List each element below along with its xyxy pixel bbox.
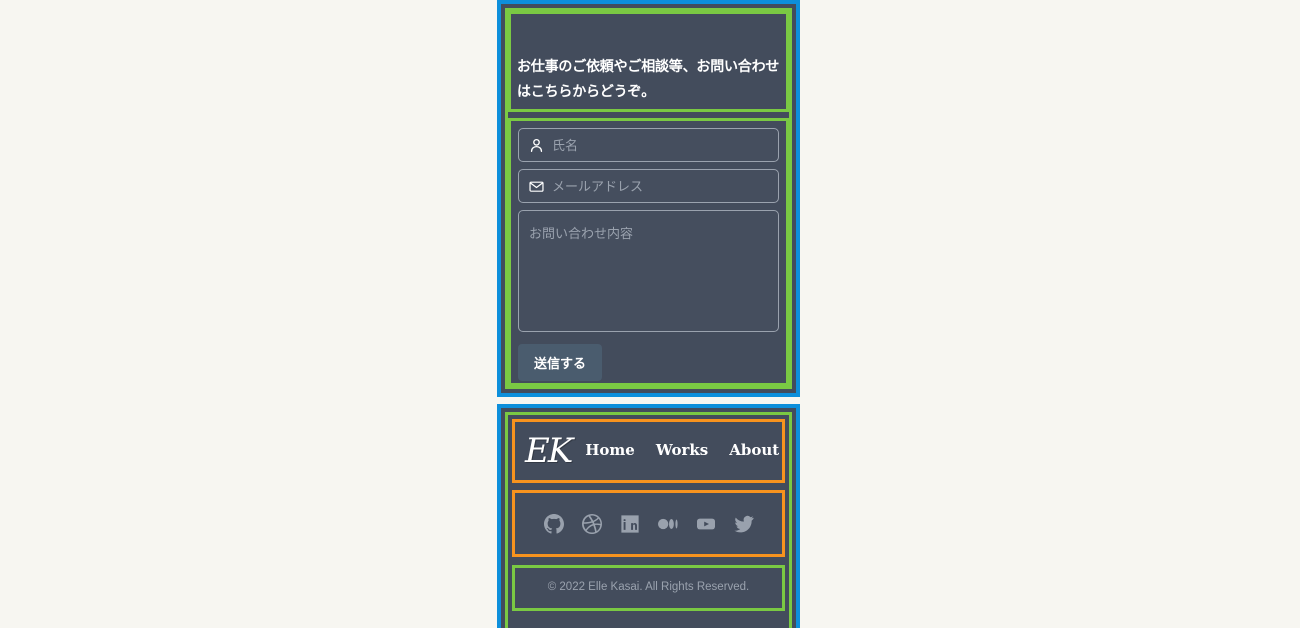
message-field-placeholder: お問い合わせ内容 [529, 226, 634, 241]
twitter-icon[interactable] [733, 514, 754, 534]
nav-link-about[interactable]: About [729, 442, 779, 458]
footer-social-box [512, 490, 785, 557]
footer-section: EK Home Works About © 2022 Elle Kasai. A… [497, 404, 800, 628]
message-field[interactable]: お問い合わせ内容 [518, 210, 779, 332]
person-icon [529, 138, 544, 153]
footer-nav: Home Works About [585, 442, 779, 460]
name-field[interactable]: 氏名 [518, 128, 779, 162]
name-field-placeholder: 氏名 [552, 137, 579, 153]
logo-ek[interactable]: EK [525, 434, 573, 468]
dribbble-icon[interactable] [581, 513, 602, 534]
github-icon[interactable] [543, 513, 564, 534]
footer-section-inner: EK Home Works About © 2022 Elle Kasai. A… [505, 412, 792, 628]
copyright-text: © 2022 Elle Kasai. All Rights Reserved. [547, 581, 750, 594]
email-field[interactable]: メールアドレス [518, 169, 779, 203]
contact-section: お仕事のご依頼やご相談等、お問い合わせはこちらからどうぞ。 氏名 メールアドレス… [497, 0, 800, 397]
medium-icon[interactable] [657, 514, 678, 534]
footer-nav-box: EK Home Works About [512, 419, 785, 483]
contact-form: 氏名 メールアドレス お問い合わせ内容 送信する [508, 118, 789, 386]
linkedin-icon[interactable] [620, 514, 640, 534]
nav-link-works[interactable]: Works [656, 442, 708, 458]
contact-section-inner: お仕事のご依頼やご相談等、お問い合わせはこちらからどうぞ。 氏名 メールアドレス… [505, 8, 792, 389]
footer-copyright-box: © 2022 Elle Kasai. All Rights Reserved. [512, 565, 785, 611]
youtube-icon[interactable] [696, 514, 716, 534]
contact-heading-box: お仕事のご依頼やご相談等、お問い合わせはこちらからどうぞ。 [508, 11, 789, 112]
page-container: お仕事のご依頼やご相談等、お問い合わせはこちらからどうぞ。 氏名 メールアドレス… [497, 0, 800, 628]
email-field-placeholder: メールアドレス [552, 178, 644, 194]
submit-button[interactable]: 送信する [518, 344, 603, 381]
contact-heading: お仕事のご依頼やご相談等、お問い合わせはこちらからどうぞ。 [517, 58, 780, 99]
envelope-icon [529, 179, 544, 194]
nav-link-home[interactable]: Home [585, 442, 635, 458]
